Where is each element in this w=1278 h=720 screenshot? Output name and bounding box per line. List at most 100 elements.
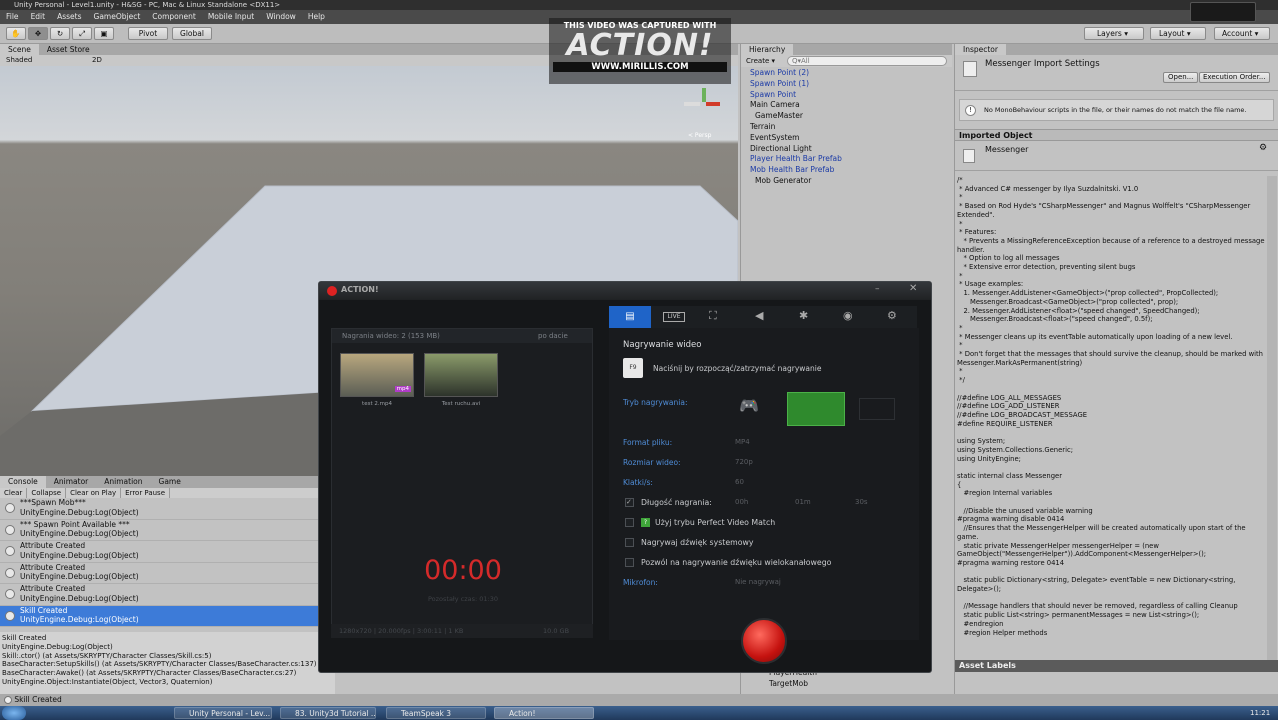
duration-minutes[interactable]: 01m [795,498,811,506]
recording-thumb[interactable] [424,353,498,397]
audio-icon[interactable]: ◀ [755,309,763,322]
tab-console[interactable]: Console [0,476,46,488]
system-audio-checkbox[interactable] [625,538,634,547]
clear-on-play-button[interactable]: Clear on Play [66,488,122,498]
file-format-select[interactable]: MP4 [735,438,750,446]
menu-file[interactable]: File [6,10,19,24]
recording-thumb[interactable]: mp4 [340,353,414,397]
multichannel-checkbox[interactable] [625,558,634,567]
minimize-icon[interactable]: – [875,284,880,294]
taskbar-item[interactable]: TeamSpeak 3 [386,707,486,719]
hand-tool-button[interactable]: ✋ [6,27,26,40]
layout-dropdown[interactable]: Layout ▾ [1150,27,1206,40]
console-log-row[interactable]: ***Spawn Mob*** UnityEngine.Debug:Log(Obj… [0,498,318,520]
collapse-button[interactable]: Collapse [27,488,67,498]
hierarchy-item[interactable]: Player Health Bar Prefab [741,154,952,165]
menu-assets[interactable]: Assets [57,10,81,24]
menu-gameobject[interactable]: GameObject [94,10,141,24]
menu-help[interactable]: Help [308,10,325,24]
tab-animator[interactable]: Animator [46,476,96,488]
duration-seconds[interactable]: 30s [855,498,868,506]
sort-dropdown[interactable]: po dacie [538,332,568,340]
console-log-row[interactable]: Attribute Created UnityEngine.Debug:Log(O… [0,584,318,606]
tab-asset-store[interactable]: Asset Store [39,44,98,55]
duration-hours[interactable]: 00h [735,498,748,506]
taskbar-item[interactable]: 83. Unity3d Tutorial ... [280,707,376,719]
tab-hierarchy[interactable]: Hierarchy [741,44,794,55]
record-button[interactable] [741,618,787,664]
hierarchy-item[interactable]: EventSystem [741,133,952,144]
tab-scene[interactable]: Scene [0,44,39,55]
perfect-video-checkbox[interactable] [625,518,634,527]
tab-game[interactable]: Game [151,476,189,488]
field-label: Rozmiar wideo: [623,458,681,467]
rotate-tool-button[interactable]: ↻ [50,27,70,40]
window-mode-icon[interactable] [859,398,895,420]
task-label: Unity Personal - Lev... [189,709,271,718]
detail-line: UnityEngine.Object:Instantiate(Object, V… [2,677,213,686]
console-log-row[interactable]: Attribute Created UnityEngine.Debug:Log(O… [0,563,318,584]
hierarchy-item[interactable]: Main Camera [741,100,952,111]
menu-window[interactable]: Window [266,10,296,24]
project-item[interactable]: TargetMob [769,679,808,688]
pivot-toggle[interactable]: Pivot [128,27,168,40]
2d-toggle[interactable]: 2D [92,55,102,66]
scale-tool-button[interactable]: ⤢ [72,27,92,40]
clear-button[interactable]: Clear [0,488,28,498]
hotkey-key[interactable]: F9 [623,358,643,378]
console-log-row[interactable]: *** Spawn Point Available *** UnityEngine… [0,519,318,541]
menu-mobile-input[interactable]: Mobile Input [208,10,254,24]
status-bar: Skill Created [0,694,1278,706]
close-icon[interactable]: ✕ [909,283,917,294]
hierarchy-search[interactable]: Q▾All [787,56,947,66]
log-message: *** Spawn Point Available *** [20,519,130,529]
hierarchy-item[interactable]: Directional Light [741,144,952,155]
shading-dropdown[interactable]: Shaded [6,56,32,64]
inspector-header: Messenger Import Settings Open... Execut… [955,55,1278,91]
start-button[interactable] [2,706,26,720]
error-pause-button[interactable]: Error Pause [121,488,171,498]
menu-component[interactable]: Component [152,10,196,24]
game-icon[interactable]: ⛶ [709,309,717,323]
tab-live[interactable]: LIVE [663,312,685,322]
spider-icon[interactable]: ✱ [799,309,808,322]
video-size-select[interactable]: 720p [735,458,753,466]
camera-icon[interactable]: ◉ [843,309,853,322]
tab-animation[interactable]: Animation [96,476,150,488]
tab-video[interactable]: ▤ [609,306,651,328]
console-log-row-selected[interactable]: Skill Created UnityEngine.Debug:Log(Objec… [0,605,318,627]
gamepad-mode-icon[interactable]: 🎮 [739,396,759,415]
create-dropdown[interactable]: Create [746,57,769,65]
layers-dropdown[interactable]: Layers ▾ [1084,27,1144,40]
microphone-select[interactable]: Nie nagrywaj [735,578,781,586]
hierarchy-item[interactable]: Spawn Point (1) [741,79,952,90]
hierarchy-item[interactable]: GameMaster [741,111,952,122]
hierarchy-item[interactable]: Spawn Point [741,90,952,101]
console-log-row[interactable]: Attribute Created UnityEngine.Debug:Log(O… [0,541,318,563]
account-dropdown[interactable]: Account ▾ [1214,27,1270,40]
hierarchy-item[interactable]: Terrain [741,122,952,133]
menu-edit[interactable]: Edit [31,10,46,24]
taskbar-item-active[interactable]: Action! [494,707,594,719]
taskbar-item[interactable]: Unity Personal - Lev... [174,707,272,719]
tab-inspector[interactable]: Inspector [955,44,1006,55]
global-toggle[interactable]: Global [172,27,212,40]
watermark-logo: ACTION! [566,28,714,63]
log-source: UnityEngine.Debug:Log(Object) [20,593,139,603]
hierarchy-item[interactable]: Mob Health Bar Prefab [741,165,952,176]
settings-gear-icon[interactable]: ⚙ [1259,143,1267,153]
settings-icon[interactable]: ⚙ [887,309,897,322]
hierarchy-item[interactable]: Spawn Point (2) [741,68,952,79]
hierarchy-item[interactable]: Mob Generator [741,176,952,187]
status-text: Skill Created [14,695,62,704]
rect-tool-button[interactable]: ▣ [94,27,114,40]
duration-checkbox[interactable]: ✓ [625,498,634,507]
move-tool-button[interactable]: ✥ [28,27,48,40]
execution-order-button[interactable]: Execution Order... [1199,72,1270,83]
screen-mode-icon[interactable] [787,392,845,426]
open-button[interactable]: Open... [1163,72,1199,83]
scene-gizmo[interactable] [684,86,724,126]
hotkey-hint: Naciśnij by rozpocząć/zatrzymać nagrywan… [653,364,822,373]
fps-select[interactable]: 60 [735,478,744,486]
inspector-scrollbar[interactable] [1267,176,1277,662]
